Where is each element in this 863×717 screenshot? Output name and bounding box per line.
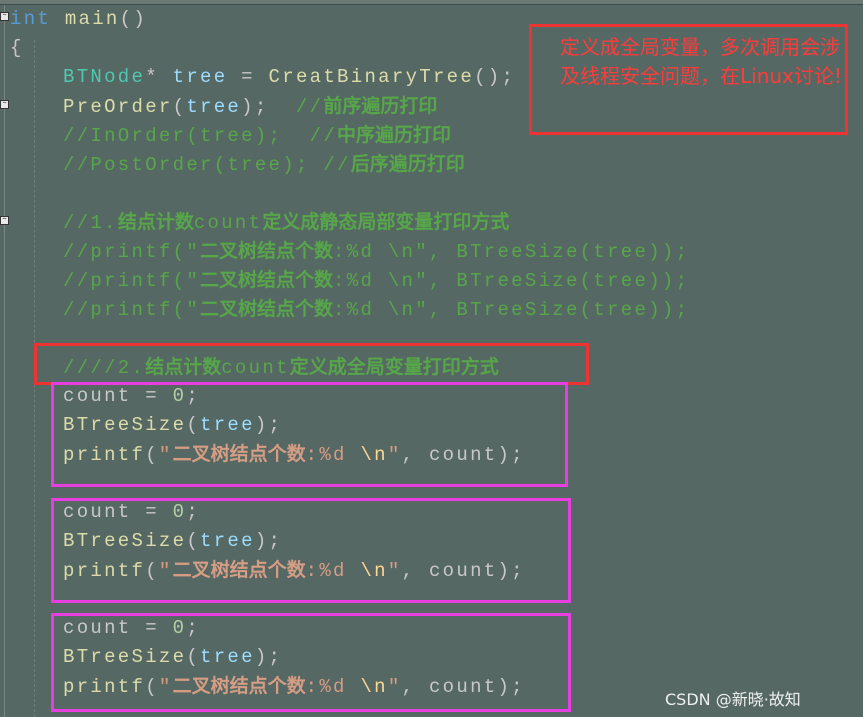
code-line[interactable]: //InOrder(tree); //中序遍历打印 [63,121,451,150]
code-line[interactable]: //1.结点计数count定义成静态局部变量打印方式 [63,208,509,237]
code-token: CreatBinaryTree [268,66,475,88]
code-token: 中序遍历打印 [337,124,452,146]
code-token: count [193,212,263,234]
code-token: //printf(" [63,270,201,292]
code-token: int [10,8,52,30]
code-token: = [227,66,269,88]
code-token: tree [172,66,228,88]
code-token: :%d \n", BTreeSize(tree)); [333,270,690,292]
code-token: //InOrder(tree); // [63,125,338,147]
code-line[interactable]: //PostOrder(tree); //后序遍历打印 [63,150,465,179]
fold-collapse-icon[interactable]: − [0,216,9,225]
code-token: 二叉树结点个数 [200,240,334,262]
code-token: 二叉树结点个数 [200,269,334,291]
code-token: ( [172,96,187,118]
code-token: BTNode [63,66,146,88]
code-token: 二叉树结点个数 [200,298,334,320]
code-token: //1. [63,212,118,234]
fold-collapse-icon[interactable]: − [0,12,9,21]
code-token: //printf(" [63,299,201,321]
code-token: (); [474,66,516,88]
code-token: 定义成静态局部变量打印方式 [262,211,510,233]
code-token: 结点计数 [117,211,194,233]
code-token: PreOrder [63,96,173,118]
code-line[interactable]: //printf("二叉树结点个数:%d \n", BTreeSize(tree… [63,237,689,266]
watermark: CSDN @新晓·故知 [665,690,801,709]
code-token: 前序遍历打印 [323,95,438,117]
gutter [4,5,5,717]
code-token: * [145,66,173,88]
code-token: { [10,37,24,59]
code-token: main [64,8,120,30]
code-line[interactable]: //printf("二叉树结点个数:%d \n", BTreeSize(tree… [63,295,689,324]
highlight-box-call-3 [51,613,571,712]
code-token: :%d \n", BTreeSize(tree)); [333,241,690,263]
fold-collapse-icon[interactable]: − [0,100,9,109]
code-token: :%d \n", BTreeSize(tree)); [333,299,690,321]
code-token: () [119,8,148,30]
highlight-box-comment [34,343,589,385]
code-token: 后序遍历打印 [350,153,465,175]
code-line[interactable]: { [10,34,24,63]
code-token: //printf(" [63,241,201,263]
code-token: ); [241,96,296,118]
code-token: //PostOrder(tree); // [63,154,351,176]
code-line[interactable]: int main() [10,5,147,34]
code-line[interactable]: BTNode* tree = CreatBinaryTree(); [63,63,515,92]
code-line[interactable]: //printf("二叉树结点个数:%d \n", BTreeSize(tree… [63,266,689,295]
highlight-box-call-2 [51,498,571,603]
code-line[interactable]: PreOrder(tree); //前序遍历打印 [63,92,437,121]
code-token: tree [186,96,242,118]
highlight-box-call-1 [51,382,568,487]
annotation-text: 定义成全局变量，多次调用会涉及线程安全问题，在Linux讨论! [560,35,842,88]
code-token: // [295,96,324,118]
